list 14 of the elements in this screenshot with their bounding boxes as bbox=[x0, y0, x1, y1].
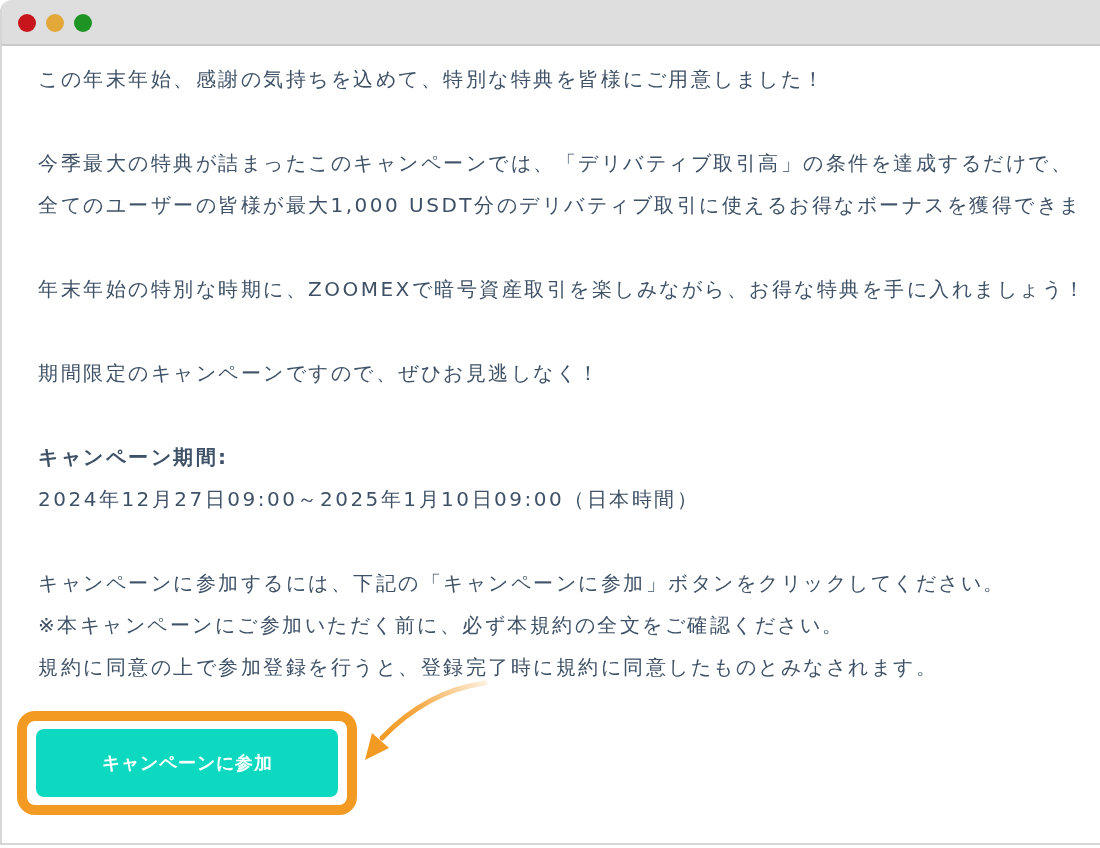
body-text: 規約に同意の上で参加登録を行うと、登録完了時に規約に同意したものとみなされます。 bbox=[38, 654, 938, 681]
body-text: 年末年始の特別な時期に、ZOOMEXで暗号資産取引を楽しみながら、お得な特典を手に入れましょう！ bbox=[38, 276, 1087, 303]
close-icon[interactable] bbox=[18, 14, 36, 32]
minimize-icon[interactable] bbox=[46, 14, 64, 32]
body-text: 全てのユーザーの皆様が最大1,000 USDT分のデリバティブ取引に使えるお得なボーナスを獲得できま bbox=[38, 192, 1082, 219]
body-text: 期間限定のキャンペーンですので、ぜひお見逃しなく！ bbox=[38, 360, 601, 387]
join-campaign-button[interactable]: キャンペーンに参加 bbox=[36, 729, 338, 797]
body-text: 2024年12月27日09:00～2025年1月10日09:00（日本時間） bbox=[38, 486, 700, 513]
body-text: この年末年始、感謝の気持ちを込めて、特別な特典を皆様にご用意しました！ bbox=[38, 66, 826, 93]
zoom-icon[interactable] bbox=[74, 14, 92, 32]
period-label: キャンペーン期間: bbox=[38, 444, 229, 471]
body-text: キャンペーンに参加するには、下記の「キャンペーンに参加」ボタンをクリックしてください。 bbox=[38, 570, 1006, 597]
body-text: 今季最大の特典が詰まったこのキャンペーンでは、「デリバティブ取引高」の条件を達成するだけで、 bbox=[38, 150, 1073, 177]
body-text: ※本キャンペーンにご参加いただく前に、必ず本規約の全文をご確認ください。 bbox=[38, 612, 845, 639]
